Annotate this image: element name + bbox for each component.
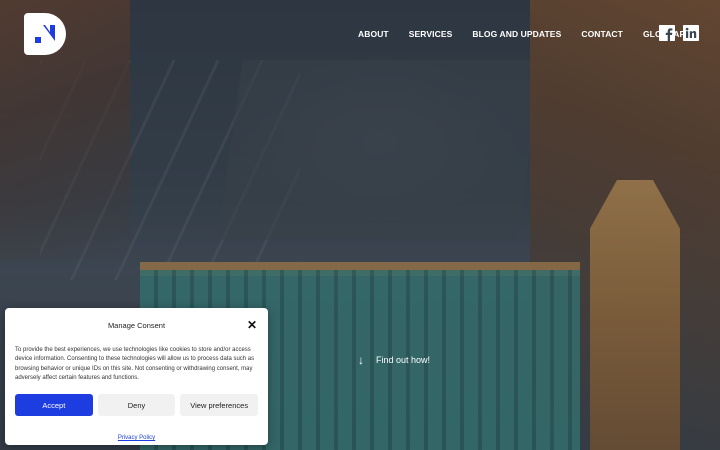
main-nav: ABOUT SERVICES BLOG AND UPDATES CONTACT … [358, 28, 691, 40]
deny-button[interactable]: Deny [97, 394, 176, 416]
consent-dialog: Manage Consent ✕ To provide the best exp… [5, 308, 268, 445]
linkedin-icon[interactable] [683, 25, 699, 41]
logo-mark-icon [35, 25, 55, 43]
privacy-policy-container: Privacy Policy [5, 426, 268, 444]
consent-body-text: To provide the best experiences, we use … [15, 347, 255, 381]
find-out-how-link[interactable]: ↓ Find out how! [358, 354, 430, 366]
social-links [659, 25, 699, 41]
site-logo[interactable] [24, 13, 66, 55]
accept-button[interactable]: Accept [15, 394, 93, 416]
view-preferences-button[interactable]: View preferences [180, 394, 259, 416]
facebook-glyph-icon [659, 25, 675, 41]
facebook-icon[interactable] [659, 25, 675, 41]
cta-label: Find out how! [376, 355, 431, 365]
arrow-down-icon: ↓ [358, 353, 364, 367]
consent-buttons: Accept Deny View preferences [15, 394, 259, 416]
nav-item-blog-and-updates[interactable]: BLOG AND UPDATES [472, 28, 561, 40]
privacy-policy-link[interactable]: Privacy Policy [118, 435, 155, 441]
consent-title: Manage Consent [107, 321, 166, 330]
nav-item-contact[interactable]: CONTACT [581, 28, 623, 40]
close-icon[interactable]: ✕ [246, 319, 258, 331]
page: ABOUT SERVICES BLOG AND UPDATES CONTACT … [0, 0, 720, 450]
linkedin-glyph-icon [683, 25, 699, 41]
nav-item-services[interactable]: SERVICES [409, 28, 453, 40]
nav-item-about[interactable]: ABOUT [358, 28, 389, 40]
